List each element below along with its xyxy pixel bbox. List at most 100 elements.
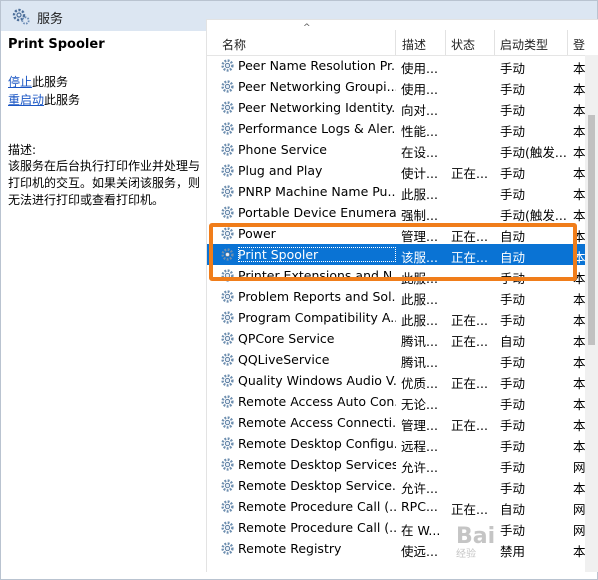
stop-service-action: 停止此服务 (8, 73, 68, 90)
restart-service-link[interactable]: 重启动 (8, 93, 44, 107)
service-logon: 本 (573, 82, 585, 97)
table-row[interactable]: Print Spooler 该服... 正在... 自动 本 (207, 244, 598, 265)
service-rows: Peer Name Resolution Pr... 使用... 手动 本 Pe… (207, 55, 598, 559)
table-row[interactable]: Performance Logs & Aler... 性能... 手动 本 (207, 118, 598, 139)
service-name: PNRP Machine Name Pu... (238, 184, 396, 199)
table-row[interactable]: Program Compatibility A... 此服... 正在... 手… (207, 307, 598, 328)
service-startup-type: 手动(触发... (500, 208, 567, 223)
table-row[interactable]: Phone Service 在设... 手动(触发... 本 (207, 139, 598, 160)
service-gear-icon (221, 458, 234, 471)
service-description: 此服... (401, 292, 438, 307)
column-header-description[interactable]: 描述 (402, 36, 426, 53)
table-row[interactable]: PNRP Machine Name Pu... 此服... 手动 本 (207, 181, 598, 202)
table-row[interactable]: Remote Desktop Service... 允许... 手动 本 (207, 475, 598, 496)
service-status: 正在... (451, 376, 488, 391)
service-name: Power (238, 226, 276, 241)
service-logon: 本 (573, 103, 585, 118)
service-description: 此服... (401, 271, 438, 286)
service-description: 腾讯... (401, 334, 438, 349)
service-gear-icon (221, 143, 234, 156)
table-row[interactable]: Remote Desktop Configu... 远程... 手动 本 (207, 433, 598, 454)
table-row[interactable]: Peer Networking Identity... 向对... 手动 本 (207, 97, 598, 118)
service-startup-type: 手动 (500, 187, 526, 202)
service-description: RPC... (401, 499, 438, 514)
service-description: 优质... (401, 376, 438, 391)
service-startup-type: 手动 (500, 124, 526, 139)
service-name: Remote Desktop Services (238, 457, 396, 472)
column-header-logon[interactable]: 登 (573, 36, 585, 53)
service-name: Remote Procedure Call (... (238, 520, 396, 535)
window-title: 服务 (37, 12, 64, 27)
service-startup-type: 手动 (500, 439, 526, 454)
table-row[interactable]: Power 管理... 正在... 自动 本 (207, 223, 598, 244)
table-row[interactable]: Remote Access Connecti... 管理... 正在... 手动… (207, 412, 598, 433)
table-row[interactable]: Portable Device Enumera... 强制... 手动(触发..… (207, 202, 598, 223)
scrollbar-thumb[interactable] (588, 115, 595, 345)
table-row[interactable]: Remote Desktop Services 允许... 手动 网 (207, 454, 598, 475)
table-row[interactable]: Remote Procedure Call (... RPC... 正在... … (207, 496, 598, 517)
service-logon: 本 (573, 439, 585, 454)
service-description: 该服... (401, 250, 438, 265)
stop-service-link[interactable]: 停止 (8, 75, 32, 89)
table-row[interactable]: Peer Networking Groupi... 使用... 手动 本 (207, 76, 598, 97)
service-gear-icon (221, 332, 234, 345)
service-name: Plug and Play (238, 163, 323, 178)
service-description: 管理... (401, 229, 438, 244)
service-name: Quality Windows Audio V... (238, 373, 396, 388)
service-startup-type: 手动 (500, 355, 526, 370)
table-row[interactable]: Problem Reports and Sol... 此服... 手动 本 (207, 286, 598, 307)
column-divider[interactable] (494, 30, 495, 55)
vertical-scrollbar[interactable] (585, 55, 598, 572)
column-header-startup-type[interactable]: 启动类型 (500, 36, 548, 53)
service-gear-icon (221, 437, 234, 450)
service-logon: 本 (573, 313, 585, 328)
service-description: 此服... (401, 187, 438, 202)
stop-service-suffix: 此服务 (32, 75, 69, 89)
table-row[interactable]: QQLiveService 腾讯... 手动 本 (207, 349, 598, 370)
table-row[interactable]: Plug and Play 使计... 正在... 手动 本 (207, 160, 598, 181)
service-description: 腾讯... (401, 355, 438, 370)
service-logon: 网 (573, 460, 585, 475)
restart-service-suffix: 此服务 (44, 93, 81, 107)
table-row[interactable]: QPCore Service 腾讯... 正在... 自动 本 (207, 328, 598, 349)
column-header-name[interactable]: 名称 (222, 36, 246, 53)
service-gear-icon (221, 227, 234, 240)
column-divider[interactable] (395, 30, 396, 55)
service-name: Remote Access Auto Con... (238, 394, 396, 409)
column-header-status[interactable]: 状态 (451, 36, 475, 53)
service-gear-icon (221, 374, 234, 387)
table-row[interactable]: Printer Extensions and N... 此服... 手动 本 (207, 265, 598, 286)
service-status: 正在... (451, 502, 488, 517)
table-row[interactable]: Quality Windows Audio V... 优质... 正在... 手… (207, 370, 598, 391)
service-gear-icon (221, 248, 234, 261)
service-name: Peer Name Resolution Pr... (238, 58, 396, 73)
service-logon: 本 (573, 124, 585, 139)
service-name: Remote Procedure Call (... (238, 499, 396, 514)
service-description: 允许... (401, 481, 438, 496)
service-gear-icon (221, 164, 234, 177)
service-name: Remote Desktop Configu... (238, 436, 396, 451)
service-name: Portable Device Enumera... (238, 205, 396, 220)
service-description: 强制... (401, 208, 438, 223)
service-logon: 本 (573, 481, 585, 496)
service-name: Program Compatibility A... (238, 310, 396, 325)
service-logon: 本 (573, 250, 585, 265)
service-status: 正在... (451, 250, 488, 265)
service-name: Problem Reports and Sol... (238, 289, 396, 304)
service-description: 使用... (401, 82, 438, 97)
service-gear-icon (221, 542, 234, 555)
column-divider[interactable] (567, 30, 568, 55)
service-gear-icon (221, 269, 234, 282)
service-gear-icon (221, 311, 234, 324)
column-header: ^ 名称 描述 状态 启动类型 登 (207, 20, 598, 56)
service-name: Peer Networking Identity... (238, 100, 396, 115)
column-divider[interactable] (445, 30, 446, 55)
service-name: Remote Registry (238, 541, 342, 556)
service-startup-type: 手动 (500, 166, 526, 181)
table-row[interactable]: Peer Name Resolution Pr... 使用... 手动 本 (207, 55, 598, 76)
service-gear-icon (221, 416, 234, 429)
table-row[interactable]: Remote Access Auto Con... 无论... 手动 本 (207, 391, 598, 412)
service-startup-type: 自动 (500, 229, 526, 244)
service-gear-icon (221, 122, 234, 135)
service-logon: 本 (573, 355, 585, 370)
